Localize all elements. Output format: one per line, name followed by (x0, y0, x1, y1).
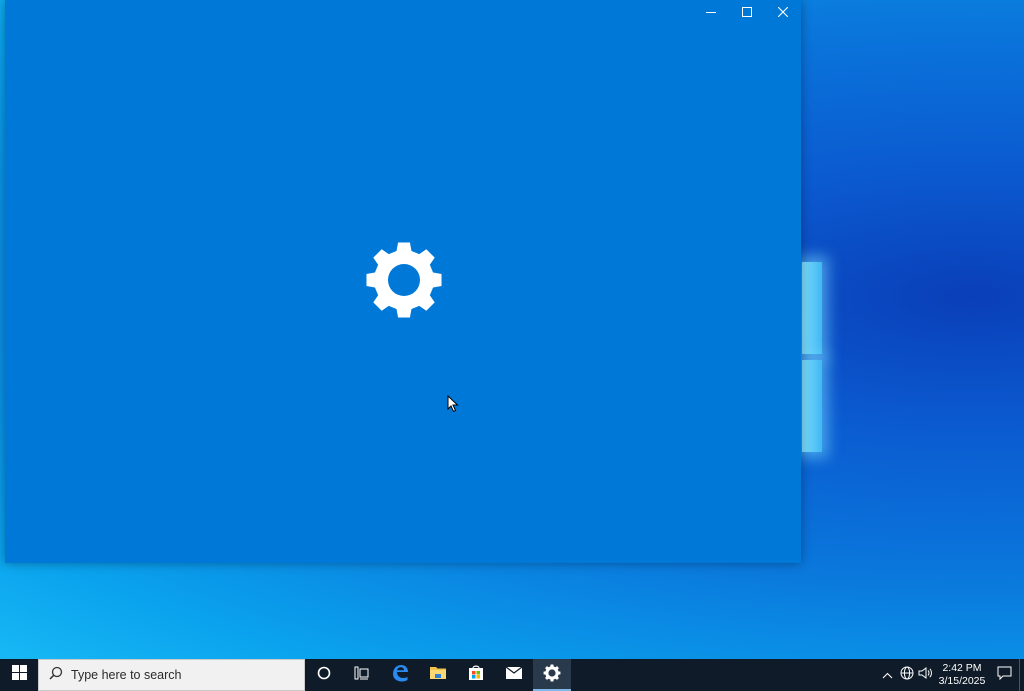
settings-window (5, 0, 801, 563)
gear-icon (543, 664, 561, 687)
cortana-button[interactable] (305, 659, 343, 691)
windows-logo-wallpaper (802, 262, 824, 454)
show-desktop-button[interactable] (1019, 659, 1024, 691)
clock-date: 3/15/2025 (938, 675, 986, 687)
cortana-circle-icon (317, 666, 331, 685)
maximize-icon (742, 7, 752, 17)
store-button[interactable] (457, 659, 495, 691)
globe-network-icon (900, 666, 914, 685)
show-hidden-icons-button[interactable] (878, 659, 897, 691)
store-bag-icon (468, 664, 484, 686)
mail-icon (505, 666, 523, 685)
start-button[interactable] (0, 659, 38, 691)
windows-start-icon (11, 665, 27, 685)
task-view-button[interactable] (343, 659, 381, 691)
notification-icon (997, 666, 1012, 685)
clock-time: 2:42 PM (942, 662, 982, 674)
search-icon (49, 666, 63, 685)
folder-icon (429, 665, 447, 685)
settings-taskbar-button[interactable] (533, 659, 571, 691)
minimize-button[interactable] (693, 0, 729, 24)
action-center-button[interactable] (989, 659, 1019, 691)
taskbar-clock[interactable]: 2:42 PM 3/15/2025 (938, 662, 986, 688)
mouse-cursor-icon (447, 394, 459, 413)
title-bar-controls (693, 0, 801, 24)
mail-button[interactable] (495, 659, 533, 691)
chevron-up-icon (882, 666, 893, 684)
search-placeholder: Type here to search (71, 668, 182, 682)
close-button[interactable] (765, 0, 801, 24)
file-explorer-button[interactable] (419, 659, 457, 691)
minimize-icon (706, 7, 716, 17)
edge-button[interactable] (381, 659, 419, 691)
taskbar-search-box[interactable]: Type here to search (38, 659, 305, 691)
edge-icon (391, 664, 409, 687)
close-icon (778, 7, 788, 17)
network-button[interactable] (897, 659, 916, 691)
gear-icon (364, 240, 444, 320)
volume-button[interactable] (916, 659, 935, 691)
maximize-button[interactable] (729, 0, 765, 24)
taskbar: Type here to search 2:42 PM 3/15/2025 (0, 659, 1024, 691)
speaker-icon (918, 666, 933, 685)
task-view-icon (354, 666, 370, 685)
